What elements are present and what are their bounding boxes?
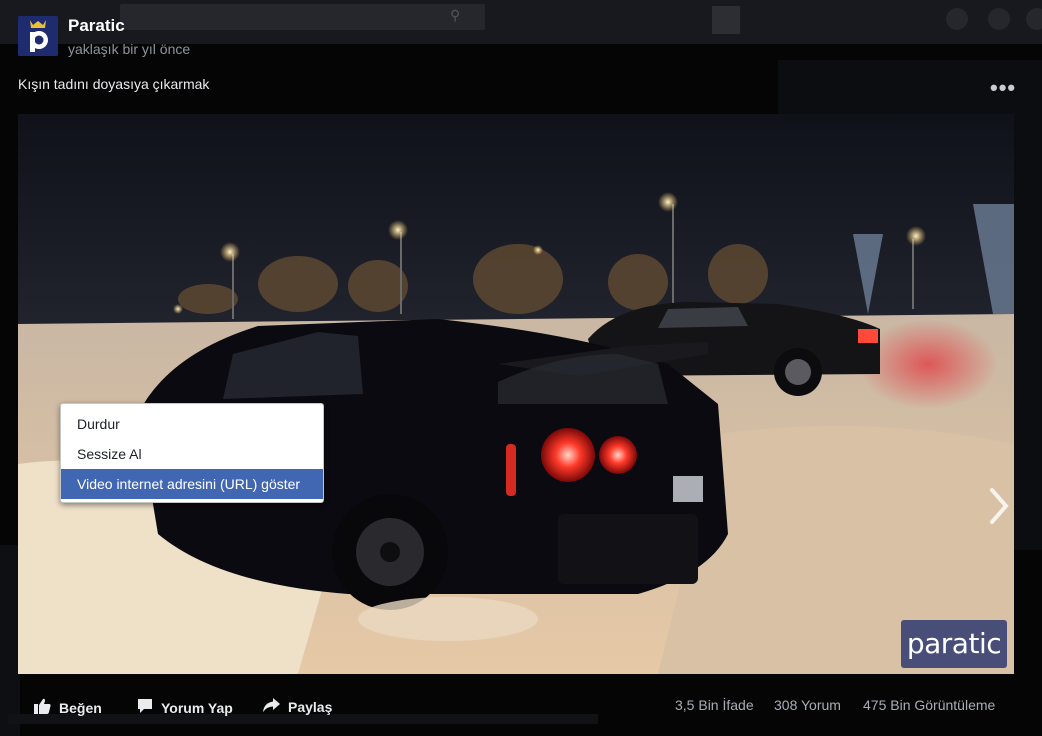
background-messages-icon <box>988 8 1010 30</box>
comment-bubble-icon <box>137 698 153 717</box>
paratic-logo-icon <box>18 16 58 56</box>
reactions-count[interactable]: 3,5 Bin İfade <box>675 697 754 713</box>
background-left-panel <box>0 545 20 736</box>
share-arrow-icon <box>263 698 280 715</box>
background-friends-icon <box>946 8 968 30</box>
thumbs-up-icon <box>34 698 51 717</box>
comment-label: Yorum Yap <box>161 699 233 716</box>
menu-item-show-video-url[interactable]: Video internet adresini (URL) göster <box>61 469 323 499</box>
video-frame <box>18 114 1014 674</box>
post-timestamp[interactable]: yaklaşık bir yıl önce <box>68 41 190 57</box>
video-context-menu: Durdur Sessize Al Video internet adresin… <box>60 403 324 503</box>
menu-item-mute[interactable]: Sessize Al <box>61 439 323 469</box>
page-name[interactable]: Paratic <box>68 16 125 36</box>
menu-item-pause[interactable]: Durdur <box>61 409 323 439</box>
share-button[interactable]: Paylaş <box>263 698 332 715</box>
watermark-text: paratic <box>906 627 1002 660</box>
comment-button[interactable]: Yorum Yap <box>137 698 233 717</box>
like-label: Beğen <box>59 699 102 716</box>
background-notifications-icon <box>1026 8 1042 30</box>
chevron-right-icon[interactable] <box>988 486 1010 526</box>
background-search-bar <box>120 4 485 30</box>
background-avatar <box>712 6 740 34</box>
page-avatar[interactable] <box>18 16 58 56</box>
comments-count[interactable]: 308 Yorum <box>774 697 841 713</box>
like-button[interactable]: Beğen <box>34 698 102 717</box>
views-count: 475 Bin Görüntüleme <box>863 697 996 713</box>
video-watermark: paratic <box>901 620 1007 668</box>
background-search-icon: ⚲ <box>450 7 461 23</box>
share-label: Paylaş <box>288 698 333 715</box>
more-options-icon[interactable]: ••• <box>990 77 1016 99</box>
post-caption: Kışın tadını doyasıya çıkarmak <box>18 76 210 92</box>
video-player[interactable] <box>18 114 1014 674</box>
